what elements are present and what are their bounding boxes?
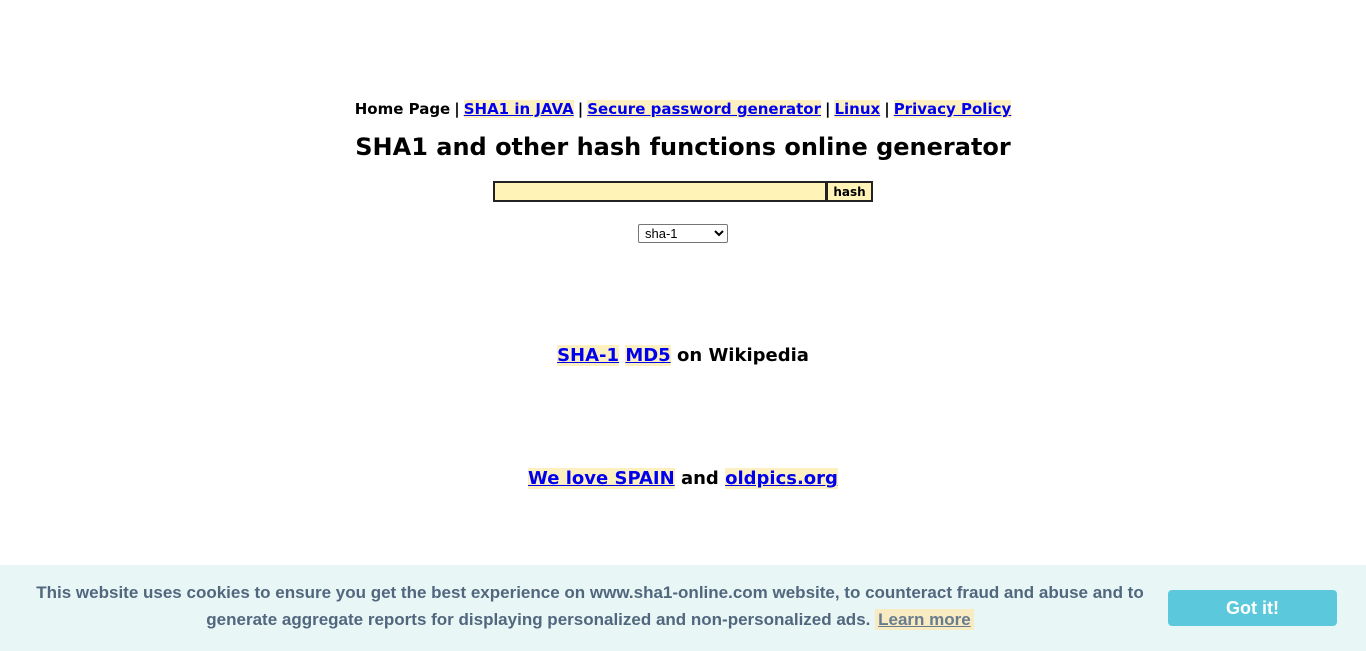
nav-separator: | (824, 100, 831, 118)
promo-links: We love SPAIN and oldpics.org (0, 466, 1366, 492)
cookie-banner: This website uses cookies to ensure you … (0, 565, 1366, 651)
promo-link-oldpics[interactable]: oldpics.org (725, 468, 838, 489)
hash-input[interactable] (493, 181, 826, 202)
cookie-message-text: This website uses cookies to ensure you … (36, 583, 1144, 629)
cookie-accept-button[interactable]: Got it! (1168, 590, 1337, 626)
nav-separator: | (884, 100, 890, 118)
wiki-link-md5[interactable]: MD5 (625, 345, 671, 366)
cookie-message: This website uses cookies to ensure you … (20, 579, 1160, 633)
nav-link-password-generator[interactable]: Secure password generator (587, 100, 821, 118)
page-title: SHA1 and other hash functions online gen… (355, 133, 1011, 161)
top-navigation: Home Page | SHA1 in JAVA | Secure password g… (0, 98, 1366, 120)
nav-link-privacy-policy[interactable]: Privacy Policy (893, 100, 1012, 118)
page: Home Page | SHA1 in JAVA | Secure password g… (0, 0, 1366, 651)
algorithm-select[interactable]: sha-1 (638, 224, 728, 243)
hash-form: hash (493, 181, 873, 202)
nav-separator: | (454, 100, 460, 118)
hash-button[interactable]: hash (826, 181, 873, 202)
wiki-link-sha1[interactable]: SHA-1 (557, 345, 620, 366)
wiki-suffix-text: on Wikipedia (677, 345, 809, 366)
nav-link-sha1-in-java[interactable]: SHA1 in JAVA (463, 100, 574, 118)
promo-link-spain[interactable]: We love SPAIN (528, 468, 675, 489)
promo-and-text: and (680, 468, 719, 489)
wikipedia-links: SHA-1 MD5 on Wikipedia (0, 343, 1366, 369)
nav-link-linux[interactable]: Linux (834, 100, 881, 118)
cookie-learn-more-link[interactable]: Learn more (875, 609, 974, 630)
nav-separator: | (577, 100, 584, 118)
nav-home-page: Home Page (354, 100, 451, 118)
